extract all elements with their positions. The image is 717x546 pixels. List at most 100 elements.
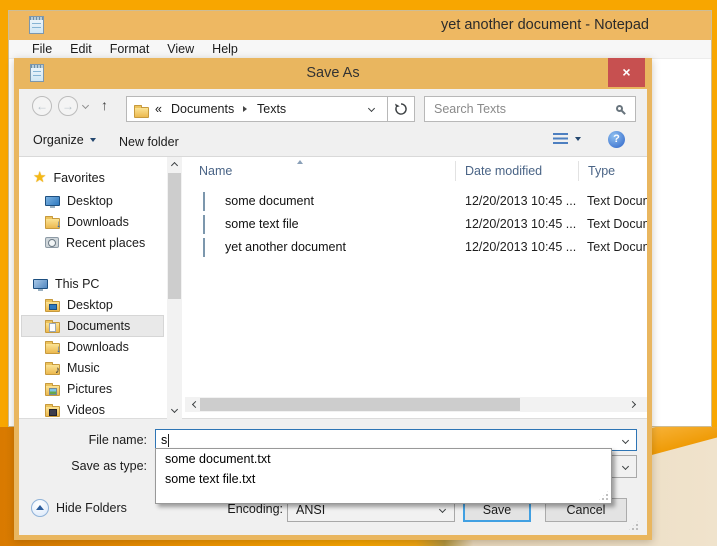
notepad-window-title: yet another document - Notepad xyxy=(441,17,649,33)
file-row-some-document[interactable]: some document 12/20/2013 10:45 ... Text … xyxy=(185,191,647,213)
history-dropdown-icon[interactable] xyxy=(82,102,89,109)
sidebar-item-pictures[interactable]: Pictures xyxy=(19,378,166,399)
encoding-label: Encoding: xyxy=(195,502,283,516)
menu-file[interactable]: File xyxy=(23,42,61,56)
file-list-scrollbar[interactable] xyxy=(185,397,647,412)
documents-folder-icon xyxy=(45,322,60,333)
file-name-value: s xyxy=(161,433,167,447)
sort-ascending-icon xyxy=(297,160,303,164)
sidebar-item-label: Downloads xyxy=(67,215,129,229)
organize-button[interactable]: Organize xyxy=(33,133,96,147)
breadcrumb-documents[interactable]: Documents xyxy=(171,102,234,116)
refresh-icon xyxy=(394,102,408,116)
new-folder-button[interactable]: New folder xyxy=(119,133,179,151)
file-type: Text Docum xyxy=(587,217,647,231)
sidebar-item-documents[interactable]: Documents xyxy=(19,315,166,336)
sidebar-item-label: Desktop xyxy=(67,194,113,208)
sidebar-scrollbar-thumb[interactable] xyxy=(168,173,181,299)
encoding-value: ANSI xyxy=(296,503,325,517)
sidebar-item-downloads-pc[interactable]: ↓ Downloads xyxy=(19,336,166,357)
file-row-yet-another-document[interactable]: yet another document 12/20/2013 10:45 ..… xyxy=(185,237,647,259)
scroll-up-icon[interactable] xyxy=(171,162,178,169)
text-file-icon xyxy=(203,238,205,257)
breadcrumb-texts[interactable]: Texts xyxy=(257,102,286,116)
file-list: Name Date modified Type some document 12… xyxy=(185,157,647,420)
star-icon: ★ xyxy=(33,170,46,185)
column-header-type[interactable]: Type xyxy=(588,164,615,178)
column-divider[interactable] xyxy=(455,161,456,181)
downloads-folder-icon: ↓ xyxy=(45,343,60,354)
scroll-right-icon[interactable] xyxy=(629,401,636,408)
sidebar-item-label: Pictures xyxy=(67,382,112,396)
breadcrumb-root-chevron[interactable]: « xyxy=(155,102,162,116)
file-name-label: File name: xyxy=(19,433,147,447)
music-folder-icon: ♪ xyxy=(45,364,60,375)
forward-arrow-icon: → xyxy=(62,99,74,113)
text-cursor xyxy=(168,434,169,447)
recent-places-icon xyxy=(45,237,59,248)
search-icon[interactable] xyxy=(616,105,623,112)
file-type: Text Docum xyxy=(587,194,647,208)
dialog-resize-grip[interactable] xyxy=(627,519,640,532)
sidebar-item-label: Music xyxy=(67,361,100,375)
column-header-date-modified[interactable]: Date modified xyxy=(465,164,542,178)
search-input[interactable] xyxy=(434,102,614,116)
sidebar-item-music[interactable]: ♪ Music xyxy=(19,357,166,378)
sidebar-item-label: Downloads xyxy=(67,340,129,354)
back-button[interactable]: ← xyxy=(32,96,52,116)
sidebar-scrollbar[interactable] xyxy=(167,157,182,420)
scroll-left-icon[interactable] xyxy=(192,401,199,408)
autocomplete-item[interactable]: some document.txt xyxy=(156,449,611,469)
sidebar-group-favorites[interactable]: ★ Favorites xyxy=(19,167,166,188)
sidebar-item-desktop-fav[interactable]: Desktop xyxy=(19,190,166,211)
videos-folder-icon xyxy=(45,406,60,417)
column-divider[interactable] xyxy=(578,161,579,181)
help-button[interactable]: ? xyxy=(608,131,625,148)
file-row-some-text-file[interactable]: some text file 12/20/2013 10:45 ... Text… xyxy=(185,214,647,236)
address-folder-icon xyxy=(134,107,149,118)
sidebar-item-desktop-pc[interactable]: Desktop xyxy=(19,294,166,315)
sidebar-item-label: Desktop xyxy=(67,298,113,312)
sidebar-item-downloads-fav[interactable]: ↓ Downloads xyxy=(19,211,166,232)
file-name: some document xyxy=(225,194,314,208)
autocomplete-item[interactable]: some text file.txt xyxy=(156,469,611,489)
notepad-app-icon xyxy=(29,16,44,34)
sidebar-item-recent-places[interactable]: Recent places xyxy=(19,232,166,253)
list-view-icon xyxy=(553,133,568,145)
forward-button[interactable]: → xyxy=(58,96,78,116)
notepad-menubar: File Edit Format View Help xyxy=(9,40,711,59)
refresh-button[interactable] xyxy=(387,96,415,122)
sidebar-item-videos[interactable]: Videos xyxy=(19,399,166,420)
save-as-type-dropdown-icon xyxy=(622,463,629,470)
hide-folders-button[interactable]: Hide Folders xyxy=(31,499,127,517)
file-list-scrollbar-thumb[interactable] xyxy=(200,398,520,411)
autocomplete-resize-grip[interactable] xyxy=(597,489,610,502)
sidebar-group-this-pc[interactable]: This PC xyxy=(19,273,166,294)
file-date: 12/20/2013 10:45 ... xyxy=(465,217,576,231)
text-file-icon xyxy=(203,215,205,234)
address-bar[interactable]: « Documents Texts xyxy=(126,96,388,122)
menu-format[interactable]: Format xyxy=(101,42,159,56)
address-dropdown-icon[interactable] xyxy=(368,105,375,112)
music-note-icon: ♪ xyxy=(55,366,60,376)
scroll-down-icon[interactable] xyxy=(171,406,178,413)
sidebar-group-label: Favorites xyxy=(53,171,104,185)
mini-screen xyxy=(49,304,57,310)
up-button[interactable]: ↑ xyxy=(101,97,108,113)
monitor-icon xyxy=(45,196,60,206)
file-name: some text file xyxy=(225,217,299,231)
file-name-dropdown-icon[interactable] xyxy=(622,437,629,444)
sidebar-item-label: Documents xyxy=(67,319,130,333)
sidebar-group-label: This PC xyxy=(55,277,99,291)
close-icon[interactable]: × xyxy=(608,58,645,87)
hide-folders-label: Hide Folders xyxy=(56,501,127,515)
change-view-button[interactable] xyxy=(553,133,581,145)
back-arrow-icon: ← xyxy=(36,99,48,113)
search-box[interactable] xyxy=(424,96,636,122)
column-header-name[interactable]: Name xyxy=(199,164,232,178)
downloads-folder-icon: ↓ xyxy=(45,218,60,229)
desktop-folder-icon xyxy=(45,301,60,312)
menu-view[interactable]: View xyxy=(158,42,203,56)
menu-help[interactable]: Help xyxy=(203,42,247,56)
menu-edit[interactable]: Edit xyxy=(61,42,101,56)
